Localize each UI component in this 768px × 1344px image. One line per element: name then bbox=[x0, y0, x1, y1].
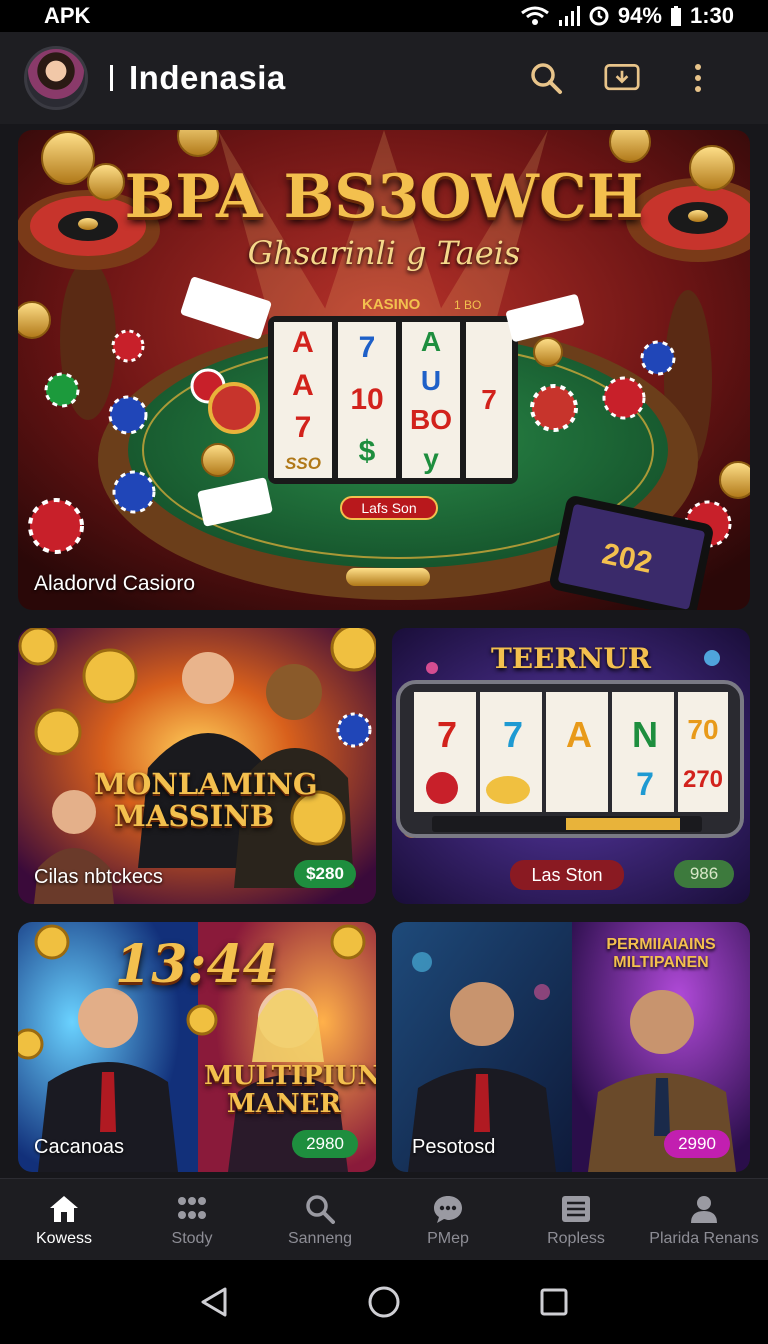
reel-symbol: N bbox=[632, 714, 658, 755]
hero-reel-2: 7 10 $ bbox=[338, 322, 396, 478]
reel-symbol: A bbox=[566, 714, 592, 755]
reel-symbol: 7 bbox=[358, 331, 376, 364]
hero-subheadline: Ghsarinli g Taeis bbox=[247, 234, 521, 272]
reel-symbol: 7 bbox=[636, 766, 654, 802]
nav-item-label: Kowess bbox=[35, 1229, 93, 1247]
reel-symbol: 7 bbox=[436, 714, 458, 755]
search-icon bbox=[306, 1194, 335, 1224]
card-headline: TEERNUR bbox=[490, 642, 652, 675]
hero-banner[interactable]: BPA BS3OWCH Ghsarinli g Taeis KASINO 1 B… bbox=[18, 130, 750, 610]
nav-item-home[interactable]: Kowess bbox=[0, 1179, 128, 1260]
reel-symbol: 270 bbox=[682, 766, 724, 793]
hero-reel-3: A U BO y bbox=[402, 322, 460, 478]
recents-icon[interactable] bbox=[539, 1287, 569, 1317]
reel-symbol bbox=[414, 766, 480, 803]
system-navigation-bar bbox=[0, 1260, 768, 1344]
game-card-teernur[interactable]: TEERNUR 7 7 A N 70 7 270 Las Ston 986 bbox=[392, 628, 750, 904]
more-options-button[interactable] bbox=[680, 60, 716, 96]
reel-symbol: 70 bbox=[687, 714, 719, 745]
card-price-badge[interactable]: $280 bbox=[294, 860, 356, 888]
card-price-badge[interactable]: 2990 bbox=[664, 1130, 730, 1158]
hero-caption: Aladorvd Casioro bbox=[34, 572, 196, 595]
sync-icon bbox=[589, 6, 609, 26]
grid-icon bbox=[178, 1196, 206, 1219]
header-actions bbox=[528, 60, 744, 96]
hero-reel-1: A A 7 SSO bbox=[274, 322, 332, 478]
nav-item-label: Ropless bbox=[547, 1229, 605, 1247]
status-time: 1:30 bbox=[689, 3, 734, 28]
battery-icon bbox=[670, 6, 681, 26]
signal-icon bbox=[558, 6, 580, 26]
download-icon bbox=[604, 64, 640, 91]
app-header: Indenasia bbox=[0, 32, 768, 124]
back-icon[interactable] bbox=[199, 1286, 229, 1318]
more-vertical-icon bbox=[695, 64, 701, 92]
reel-symbol: BO bbox=[410, 403, 452, 435]
search-icon bbox=[531, 63, 562, 94]
card-headline: PERMIIAIAINS MILTIPANEN bbox=[606, 936, 716, 971]
hero-reel-4: 7 bbox=[466, 322, 512, 478]
table-rail-handle bbox=[346, 568, 430, 586]
reel-symbol bbox=[480, 766, 546, 803]
search-button[interactable] bbox=[528, 60, 564, 96]
reel-symbol: A bbox=[292, 368, 314, 402]
nav-item-profile[interactable]: Plarida Renans bbox=[640, 1179, 768, 1260]
game-card-multipiun[interactable]: 13:44 MULTIPIUN MANER Cacanoas 2980 bbox=[18, 922, 376, 1172]
list-icon bbox=[562, 1195, 590, 1222]
table-label: KASINO bbox=[362, 296, 421, 313]
reel-symbol: 7 bbox=[481, 384, 497, 415]
hero-spin-button[interactable]: Lafs Son bbox=[340, 496, 438, 520]
status-icons: 94% 1:30 bbox=[520, 3, 734, 29]
card-headline: MULTIPIUN MANER bbox=[204, 1061, 376, 1119]
hero-headline: BPA BS3OWCH bbox=[124, 162, 644, 232]
reel-symbol: 7 bbox=[502, 714, 524, 755]
card-caption: Pesotosd bbox=[412, 1136, 496, 1158]
app-title: Indenasia bbox=[129, 59, 286, 96]
status-bar: APK 94% 1:30 bbox=[0, 0, 768, 32]
game-card-permiiaiains[interactable]: PERMIIAIAINS MILTIPANEN Pesotosd 2990 bbox=[392, 922, 750, 1172]
nav-item-label: Plarida Renans bbox=[649, 1229, 759, 1247]
bottom-navigation: Kowess Stody Sanneng PMep Ropless Plarid… bbox=[0, 1178, 768, 1260]
home-circle-icon[interactable] bbox=[367, 1285, 401, 1319]
chat-icon bbox=[434, 1195, 462, 1223]
reel-symbol: $ bbox=[358, 435, 376, 468]
nav-item-label: PMep bbox=[427, 1229, 469, 1247]
nav-item-label: Stody bbox=[171, 1229, 213, 1247]
card-reels-row-2: 7 270 bbox=[414, 766, 728, 803]
reel-symbol: A bbox=[420, 325, 442, 357]
status-carrier: APK bbox=[44, 3, 91, 28]
wifi-icon bbox=[520, 6, 549, 25]
card-timer-headline: 13:44 bbox=[115, 934, 279, 995]
card-price-badge[interactable]: 986 bbox=[674, 860, 734, 888]
card-caption: Cacanoas bbox=[34, 1136, 125, 1158]
battery-percentage: 94% bbox=[617, 3, 662, 28]
card-caption: Cilas nbtckecs bbox=[34, 866, 163, 888]
title-divider bbox=[110, 65, 113, 91]
nav-item-search[interactable]: Sanneng bbox=[256, 1179, 384, 1260]
nav-item-messages[interactable]: PMep bbox=[384, 1179, 512, 1260]
game-card-monlaming[interactable]: MONLAMING MASSINB Cilas nbtckecs $280 bbox=[18, 628, 376, 904]
nav-item-ropless[interactable]: Ropless bbox=[512, 1179, 640, 1260]
card-headline: MONLAMING MASSINB bbox=[94, 767, 318, 833]
card-reels-row: 7 7 A N 70 bbox=[414, 714, 728, 756]
download-button[interactable] bbox=[604, 60, 640, 96]
reel-symbol: 10 bbox=[350, 383, 384, 416]
reel-symbol: A bbox=[292, 326, 314, 360]
home-icon bbox=[50, 1195, 78, 1222]
reel-symbol: SSO bbox=[285, 453, 321, 473]
card-price-badge[interactable]: 2980 bbox=[292, 1130, 358, 1158]
reel-symbol: 7 bbox=[294, 411, 312, 445]
profile-icon bbox=[691, 1195, 717, 1223]
avatar[interactable] bbox=[24, 46, 88, 110]
nav-item-label: Sanneng bbox=[287, 1229, 353, 1247]
reel-symbol bbox=[546, 766, 612, 803]
nav-item-study[interactable]: Stody bbox=[128, 1179, 256, 1260]
table-sublabel: 1 BO bbox=[454, 298, 482, 312]
reel-symbol: U bbox=[420, 364, 442, 396]
card-spin-button[interactable]: Las Ston bbox=[510, 860, 624, 890]
reel-symbol: y bbox=[423, 442, 439, 474]
